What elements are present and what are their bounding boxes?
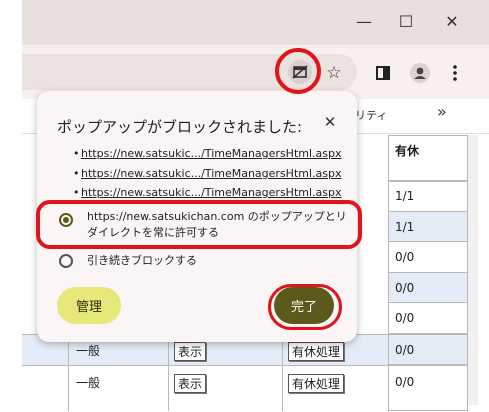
dialog-title: ポップアップがブロックされました: <box>57 118 303 136</box>
bullet: • <box>73 186 80 199</box>
annotation-circle <box>268 284 342 330</box>
block-option-label[interactable]: 引き続きブロックする <box>87 253 197 269</box>
table-cell: 1/1 <box>388 211 468 242</box>
maximize-button[interactable]: ☐ <box>386 8 426 34</box>
scrollbar[interactable] <box>468 135 478 405</box>
blocked-popup-link[interactable]: https://new.satsukic.../TimeManagersHtml… <box>81 147 342 160</box>
more-bookmarks-button[interactable]: » <box>437 102 447 121</box>
table-cell: 0/0 <box>388 365 468 411</box>
bookmark-item[interactable]: リティ <box>355 107 387 123</box>
close-icon[interactable]: ✕ <box>319 111 341 133</box>
bullet: • <box>73 147 80 160</box>
close-window-button[interactable]: ✕ <box>432 8 472 34</box>
type-text: 一般 <box>76 376 101 390</box>
annotation-circle <box>275 48 321 94</box>
show-button[interactable]: 表示 <box>174 374 207 393</box>
table-cell: 0/0 <box>388 334 468 365</box>
leave-process-button[interactable]: 有休処理 <box>288 342 345 361</box>
side-panel-icon[interactable] <box>372 62 394 84</box>
annotation-box <box>36 200 362 249</box>
table-cell: 0/0 <box>388 302 468 334</box>
table-cell: 0/0 <box>388 241 468 273</box>
profile-icon[interactable] <box>408 61 432 85</box>
type-text: 一般 <box>76 344 101 358</box>
title-bar: — ☐ ✕ <box>22 0 489 45</box>
table-header-cell: 有休 <box>388 135 468 182</box>
blocked-popup-link[interactable]: https://new.satsukic.../TimeManagersHtml… <box>81 167 342 180</box>
block-radio[interactable] <box>59 254 73 268</box>
manage-button[interactable]: 管理 <box>57 287 121 324</box>
show-button[interactable]: 表示 <box>174 342 207 361</box>
table-cell: 1/1 <box>388 180 468 212</box>
star-icon[interactable]: ☆ <box>322 61 346 85</box>
blocked-popup-link[interactable]: https://new.satsukic.../TimeManagersHtml… <box>81 186 342 199</box>
table-cell: 0/0 <box>388 272 468 303</box>
menu-icon[interactable] <box>447 61 463 85</box>
leave-process-button[interactable]: 有休処理 <box>288 374 345 393</box>
bullet: • <box>73 167 80 180</box>
minimize-button[interactable]: — <box>344 8 384 34</box>
